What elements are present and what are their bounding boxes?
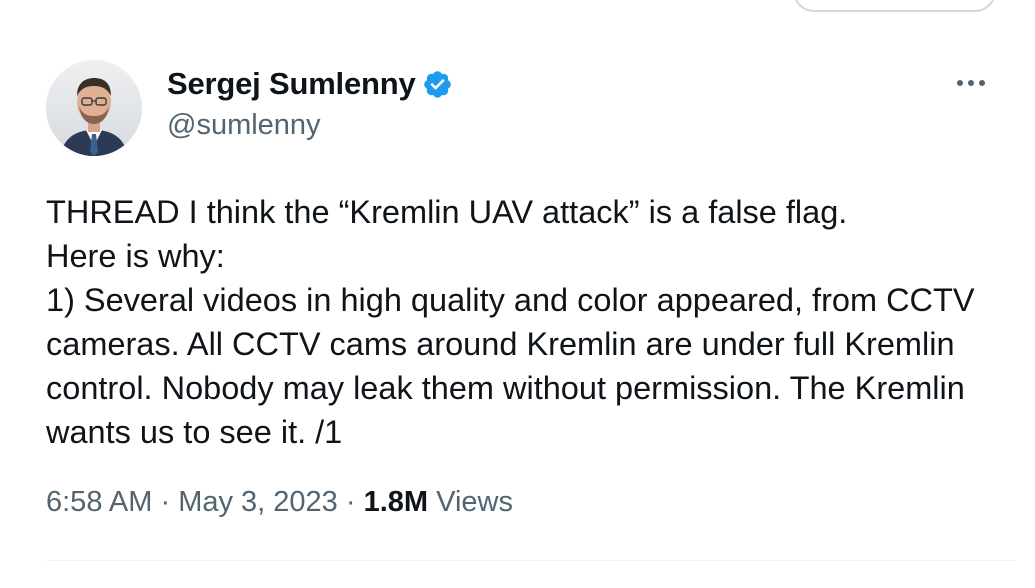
tweet-header: Sergej Sumlenny @sumlenny xyxy=(46,60,986,160)
more-horizontal-icon xyxy=(957,80,963,86)
user-handle[interactable]: @sumlenny xyxy=(167,109,453,142)
tweet-time[interactable]: 6:58 AM xyxy=(46,486,152,518)
more-horizontal-icon xyxy=(979,80,985,86)
display-name[interactable]: Sergej Sumlenny xyxy=(167,66,416,102)
meta-separator: · xyxy=(160,486,171,518)
avatar-image xyxy=(46,60,142,156)
tweet-meta: 6:58 AM · May 3, 2023 · 1.8M Views xyxy=(46,486,513,519)
user-meta: Sergej Sumlenny @sumlenny xyxy=(167,64,453,142)
verified-badge-icon xyxy=(422,69,453,100)
divider xyxy=(46,560,1015,561)
name-row: Sergej Sumlenny xyxy=(167,64,453,104)
more-options-button[interactable] xyxy=(951,68,991,98)
more-horizontal-icon xyxy=(968,80,974,86)
meta-separator: · xyxy=(345,486,356,518)
follow-button-partial[interactable] xyxy=(793,0,996,12)
tweet-text: THREAD I think the “Kremlin UAV attack” … xyxy=(46,194,975,450)
avatar[interactable] xyxy=(46,60,142,156)
views-count: 1.8M xyxy=(363,486,429,518)
tweet-date[interactable]: May 3, 2023 xyxy=(178,486,338,518)
views-label: Views xyxy=(436,486,513,518)
